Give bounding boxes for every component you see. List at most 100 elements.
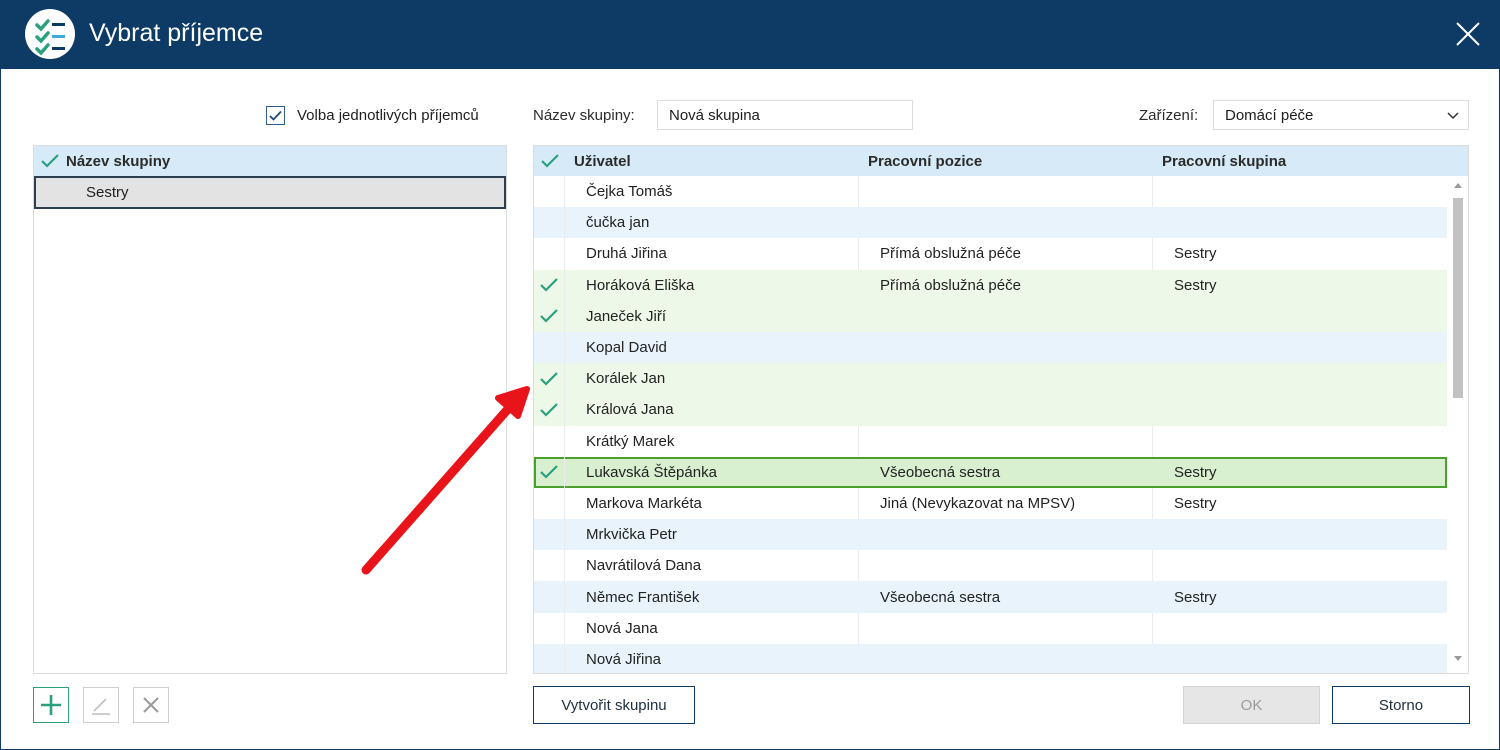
table-row[interactable]: Navrátilová Dana bbox=[534, 550, 1447, 582]
checkmark-icon[interactable] bbox=[534, 146, 565, 176]
table-row[interactable]: Lukavská Štěpánka Všeobecná sestra Sestry bbox=[534, 456, 1447, 488]
add-group-button[interactable] bbox=[33, 687, 69, 723]
row-checkbox[interactable] bbox=[534, 207, 565, 239]
user-cell: Mrkvička Petr bbox=[586, 526, 677, 544]
individual-recipients-checkbox[interactable]: Volba jednotlivých příjemců bbox=[266, 104, 479, 126]
user-cell: Čejka Tomáš bbox=[586, 183, 673, 201]
checkmark-icon[interactable] bbox=[34, 146, 66, 176]
table-row[interactable]: Druhá Jiřina Přímá obslužná péče Sestry bbox=[534, 238, 1447, 270]
group-cell: Sestry bbox=[1174, 245, 1217, 263]
users-grid-header: Uživatel Pracovní pozice Pracovní skupin… bbox=[534, 146, 1468, 176]
ok-button[interactable]: OK bbox=[1183, 686, 1320, 724]
title-bar: Vybrat příjemce bbox=[0, 0, 1500, 69]
table-row[interactable]: Čejka Tomáš bbox=[534, 176, 1447, 208]
table-row[interactable]: Králová Jana bbox=[534, 394, 1447, 426]
table-row[interactable]: Mrkvička Petr bbox=[534, 519, 1447, 551]
position-cell: Jiná (Nevykazovat na MPSV) bbox=[880, 494, 1076, 512]
user-cell: Markova Markéta bbox=[586, 494, 702, 512]
row-checkbox[interactable] bbox=[534, 487, 565, 520]
user-cell: čučka jan bbox=[586, 214, 650, 232]
row-checkbox[interactable] bbox=[534, 269, 565, 301]
row-checkbox[interactable] bbox=[534, 581, 565, 613]
close-icon[interactable] bbox=[1448, 14, 1488, 54]
user-cell: Kopal David bbox=[586, 339, 667, 357]
group-name-value: Nová skupina bbox=[669, 106, 760, 124]
position-cell: Přímá obslužná péče bbox=[880, 276, 1021, 294]
create-group-button[interactable]: Vytvořit skupinu bbox=[533, 686, 695, 724]
user-cell: Krátký Marek bbox=[586, 432, 675, 450]
pencil-icon bbox=[92, 698, 110, 715]
users-grid-rows: Čejka Tomáš čučka jan Druhá Jiřina Přímá ob… bbox=[534, 176, 1447, 673]
checkmark-icon bbox=[269, 110, 282, 121]
table-row[interactable]: Němec František Všeobecná sestra Sestry bbox=[534, 581, 1447, 613]
group-row-sestry[interactable]: Sestry bbox=[34, 176, 506, 209]
app-checklist-icon bbox=[25, 9, 75, 59]
user-column-header[interactable]: Uživatel bbox=[574, 146, 631, 176]
checkmark-icon bbox=[540, 403, 558, 417]
checkmark-icon bbox=[540, 278, 558, 292]
table-row[interactable]: Janeček Jiří bbox=[534, 300, 1447, 332]
row-checkbox[interactable] bbox=[534, 643, 565, 673]
checkmark-icon bbox=[540, 465, 558, 479]
scroll-thumb[interactable] bbox=[1453, 198, 1463, 398]
row-checkbox[interactable] bbox=[534, 331, 565, 364]
facility-label: Zařízení: bbox=[1139, 107, 1199, 124]
edit-group-button[interactable] bbox=[83, 687, 119, 723]
row-checkbox[interactable] bbox=[534, 176, 565, 208]
group-cell: Sestry bbox=[1174, 494, 1217, 512]
plus-icon bbox=[41, 695, 61, 715]
cancel-button[interactable]: Storno bbox=[1332, 686, 1470, 724]
table-row[interactable]: čučka jan bbox=[534, 207, 1447, 239]
group-row-label: Sestry bbox=[86, 184, 129, 201]
users-grid: Uživatel Pracovní pozice Pracovní skupin… bbox=[533, 145, 1469, 674]
delete-group-button[interactable] bbox=[133, 687, 169, 723]
x-icon bbox=[143, 697, 159, 713]
row-checkbox[interactable] bbox=[534, 550, 565, 582]
row-checkbox[interactable] bbox=[534, 238, 565, 270]
checkmark-icon bbox=[540, 309, 558, 323]
table-row[interactable]: Horáková Eliška Přímá obslužná péče Sestry bbox=[534, 269, 1447, 301]
window-title: Vybrat příjemce bbox=[89, 19, 264, 47]
group-cell: Sestry bbox=[1174, 463, 1217, 481]
row-checkbox[interactable] bbox=[534, 519, 565, 551]
position-cell: Přímá obslužná péče bbox=[880, 245, 1021, 263]
group-name-input[interactable]: Nová skupina bbox=[657, 100, 913, 130]
position-column-header[interactable]: Pracovní pozice bbox=[868, 146, 982, 176]
user-cell: Nová Jiřina bbox=[586, 650, 662, 668]
group-cell: Sestry bbox=[1174, 276, 1217, 294]
individual-recipients-label: Volba jednotlivých příjemců bbox=[297, 106, 479, 124]
checkbox-box[interactable] bbox=[266, 105, 285, 125]
scroll-down-icon[interactable] bbox=[1454, 656, 1462, 662]
row-checkbox[interactable] bbox=[534, 394, 565, 426]
table-row[interactable]: Krátký Marek bbox=[534, 425, 1447, 457]
user-cell: Korálek Jan bbox=[586, 370, 666, 388]
row-checkbox[interactable] bbox=[534, 300, 565, 332]
row-checkbox[interactable] bbox=[534, 425, 565, 457]
position-cell: Všeobecná sestra bbox=[880, 588, 1001, 606]
group-name-column-header: Název skupiny bbox=[66, 152, 171, 170]
table-row[interactable]: Kopal David bbox=[534, 331, 1447, 364]
table-row[interactable]: Korálek Jan bbox=[534, 363, 1447, 395]
user-cell: Lukavská Štěpánka bbox=[586, 463, 717, 481]
table-row[interactable]: Markova Markéta Jiná (Nevykazovat na MPSV… bbox=[534, 487, 1447, 520]
group-column-header[interactable]: Pracovní skupina bbox=[1162, 146, 1286, 176]
group-list-header: Název skupiny bbox=[34, 146, 506, 176]
row-checkbox[interactable] bbox=[534, 612, 565, 644]
user-cell: Janeček Jiří bbox=[586, 307, 667, 325]
table-row[interactable]: Nová Jiřina bbox=[534, 643, 1447, 673]
user-cell: Druhá Jiřina bbox=[586, 245, 667, 263]
scroll-up-icon[interactable] bbox=[1454, 182, 1462, 188]
table-row[interactable]: Nová Jana bbox=[534, 612, 1447, 644]
row-checkbox[interactable] bbox=[534, 456, 565, 488]
checkmark-icon bbox=[540, 371, 558, 386]
user-cell: Němec František bbox=[586, 588, 700, 606]
facility-select[interactable]: Domácí péče bbox=[1213, 100, 1469, 130]
user-cell: Horáková Eliška bbox=[586, 276, 695, 294]
row-checkbox[interactable] bbox=[534, 363, 565, 395]
user-cell: Králová Jana bbox=[586, 401, 674, 419]
users-grid-scrollbar[interactable] bbox=[1448, 176, 1468, 673]
position-cell: Všeobecná sestra bbox=[880, 463, 1001, 481]
group-name-label: Název skupiny: bbox=[533, 107, 635, 124]
group-list: Název skupiny Sestry bbox=[33, 145, 507, 674]
facility-value: Domácí péče bbox=[1225, 106, 1314, 124]
